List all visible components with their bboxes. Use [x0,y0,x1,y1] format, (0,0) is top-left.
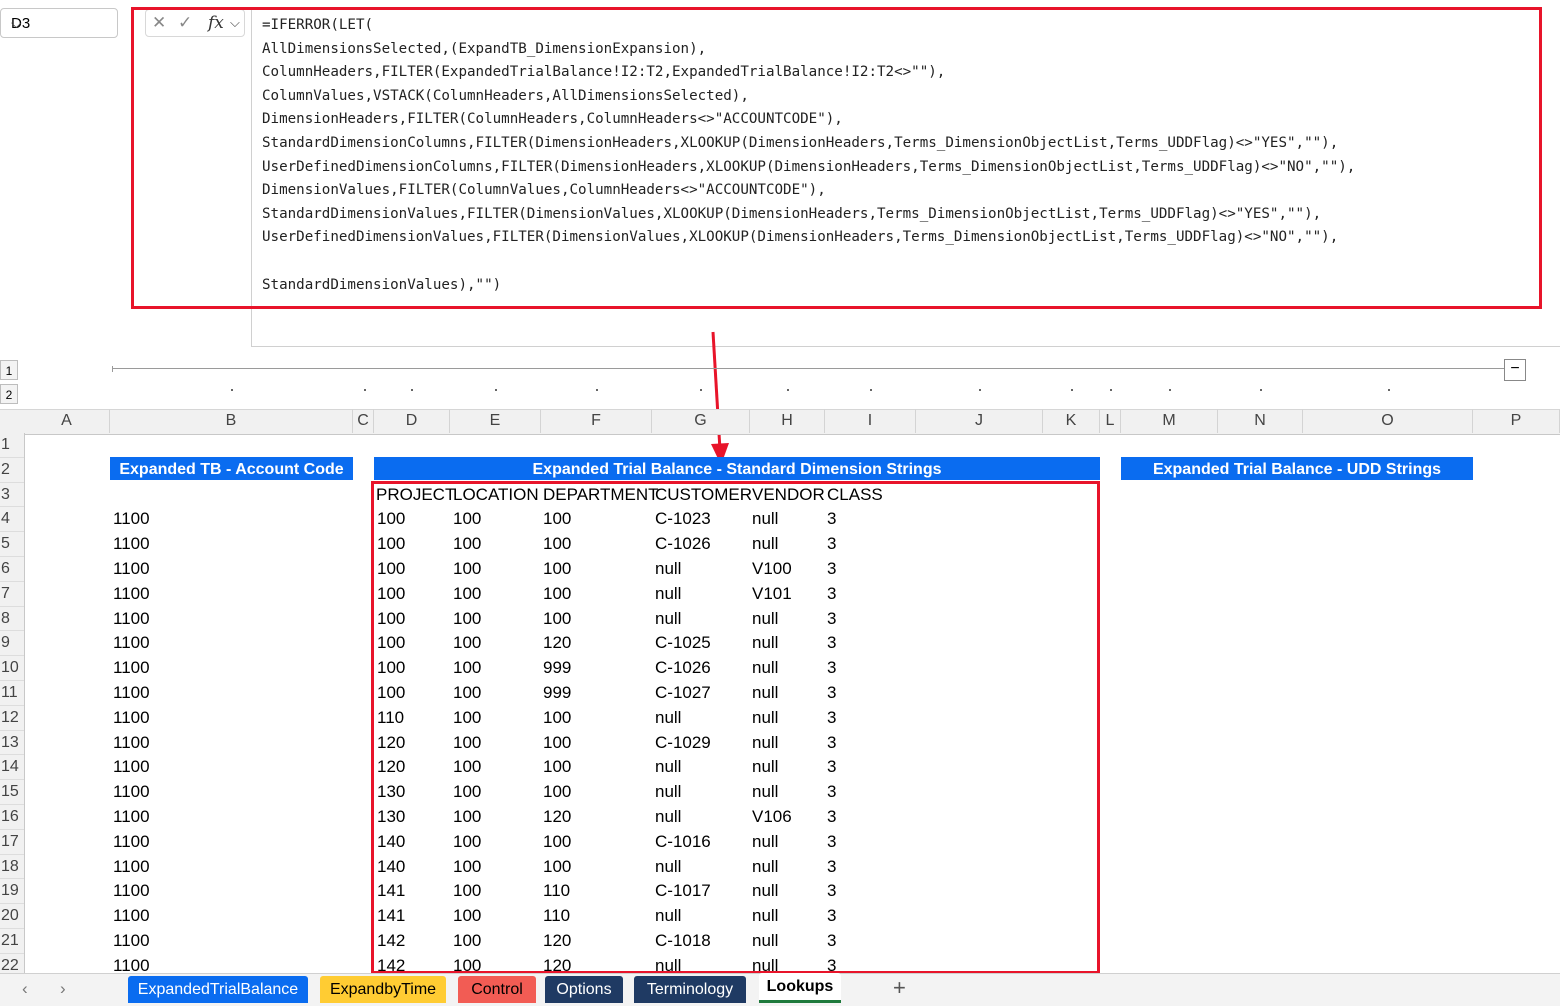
row-header-3[interactable]: 3 [0,483,24,508]
table-cell[interactable]: 1100 [113,631,150,656]
group-dot [411,389,413,391]
row-header-15[interactable]: 15 [0,780,24,805]
group-dot [364,389,366,391]
sheet-tab-expandedtrialbalance[interactable]: ExpandedTrialBalance [128,976,308,1003]
group-dot [1110,389,1112,391]
group-dot [870,389,872,391]
table-cell[interactable]: 1100 [113,929,150,954]
column-header-j[interactable]: J [916,409,1043,433]
group-dot [979,389,981,391]
group-dot [700,389,702,391]
row-header-21[interactable]: 21 [0,929,24,954]
row-header-5[interactable]: 5 [0,532,24,557]
annotation-arrow [711,331,729,465]
table-cell[interactable]: 1100 [113,805,150,830]
banner-standard-dimensions[interactable]: Expanded Trial Balance - Standard Dimens… [374,457,1100,480]
row-header-17[interactable]: 17 [0,830,24,855]
row-header-4[interactable]: 4 [0,507,24,533]
row-header-18[interactable]: 18 [0,855,24,880]
column-header-n[interactable]: N [1218,409,1303,433]
table-cell[interactable]: 1100 [113,879,150,904]
group-dot [1169,389,1171,391]
table-cell[interactable]: 1100 [113,904,150,929]
sheet-tab-lookups[interactable]: Lookups [759,973,841,1003]
collapse-group-button[interactable]: − [1504,359,1526,381]
add-sheet-button[interactable]: + [893,975,906,1001]
column-header-d[interactable]: D [374,409,450,433]
row-header-13[interactable]: 13 [0,731,24,756]
row-header-10[interactable]: 10 [0,656,24,681]
column-header-o[interactable]: O [1303,409,1473,433]
row-header-12[interactable]: 12 [0,706,24,731]
table-cell[interactable]: 1100 [113,607,150,632]
table-cell[interactable]: 1100 [113,755,150,780]
column-header-h[interactable]: H [750,409,825,433]
row-header-14[interactable]: 14 [0,755,24,781]
table-cell[interactable]: 1100 [113,507,150,532]
group-dot [1260,389,1262,391]
banner-udd-strings[interactable]: Expanded Trial Balance - UDD Strings [1121,457,1473,480]
table-cell[interactable]: 1100 [113,780,150,805]
outline-level-1-button[interactable]: 1 [0,360,18,380]
table-cell[interactable]: 1100 [113,557,150,582]
column-header-m[interactable]: M [1121,409,1218,433]
row-header-16[interactable]: 16 [0,805,24,830]
row-header-11[interactable]: 11 [0,681,24,706]
name-box[interactable]: D3 ⌵ [0,8,118,38]
row-header-8[interactable]: 8 [0,607,24,632]
scroll-tabs-left-icon[interactable]: ‹ [22,979,28,999]
row-header-19[interactable]: 19 [0,879,24,905]
table-cell[interactable]: 1100 [113,830,150,855]
table-cell[interactable]: 1100 [113,681,150,706]
table-cell[interactable]: 1100 [113,532,150,557]
row-header-7[interactable]: 7 [0,582,24,607]
column-header-e[interactable]: E [450,409,541,433]
group-dot [495,389,497,391]
row-header-2[interactable]: 2 [0,458,24,483]
column-header-k[interactable]: K [1043,409,1100,433]
column-header-g[interactable]: G [652,409,750,433]
banner-account-code[interactable]: Expanded TB - Account Code [110,457,353,480]
outline-level-2-button[interactable]: 2 [0,384,18,404]
row-header-1[interactable]: 1 [0,433,24,458]
column-header-c[interactable]: C [353,409,374,433]
column-header-l[interactable]: L [1100,409,1121,433]
column-header-p[interactable]: P [1473,409,1560,433]
sheet-tab-control[interactable]: Control [458,976,536,1003]
group-dot [787,389,789,391]
spill-range-highlight-box [371,481,1100,974]
group-dot [596,389,598,391]
group-bracket-tick [112,366,113,372]
column-header-b[interactable]: B [110,409,353,433]
table-cell[interactable]: 1100 [113,706,150,731]
column-header-f[interactable]: F [541,409,652,433]
row-header-9[interactable]: 9 [0,631,24,657]
sheet-tab-options[interactable]: Options [545,976,623,1003]
table-cell[interactable]: 1100 [113,582,150,607]
formula-highlight-box [131,7,1542,309]
group-dot [1388,389,1390,391]
row-header-20[interactable]: 20 [0,904,24,929]
group-bracket-line [112,368,1504,369]
column-header-a[interactable]: A [24,409,110,433]
table-cell[interactable]: 1100 [113,855,150,880]
scroll-tabs-right-icon[interactable]: › [60,979,66,999]
table-cell[interactable]: 1100 [113,731,150,756]
group-dot [231,389,233,391]
row-header-6[interactable]: 6 [0,557,24,582]
chevron-down-icon[interactable]: ⌵ [11,15,109,32]
sheet-tab-terminology[interactable]: Terminology [634,976,746,1003]
column-header-i[interactable]: I [825,409,916,433]
sheet-tab-expandbytime[interactable]: ExpandbyTime [320,976,446,1003]
group-dot [1071,389,1073,391]
table-cell[interactable]: 1100 [113,656,150,681]
